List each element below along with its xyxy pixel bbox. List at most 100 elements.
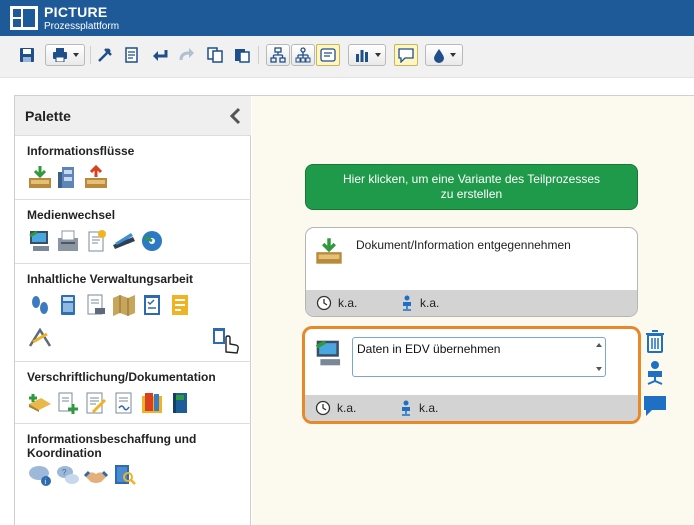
trash-icon[interactable] [642,328,668,354]
chevron-down-icon [72,53,79,57]
form-icon[interactable] [167,292,193,318]
inbox-icon [316,238,342,264]
tools-button[interactable] [96,44,114,66]
create-variant-button[interactable]: Hier klicken, um eine Variante des Teilp… [305,164,638,210]
section-title: Informationsbeschaffung und Koordination [27,432,197,460]
person-value: k.a. [420,296,440,310]
step-time[interactable]: k.a. [316,295,357,311]
fax-icon[interactable] [55,228,81,254]
checklist-icon[interactable] [139,292,165,318]
checklist-button[interactable] [123,44,141,66]
footprints-icon[interactable] [27,292,53,318]
paste-icon [235,49,250,63]
chevron-down-icon [374,53,381,57]
checklist-icon [125,47,138,63]
chart-icon [355,50,368,62]
clock-icon [315,400,331,416]
svg-text:?: ? [62,468,67,477]
edit-document-icon[interactable] [83,390,109,416]
question-speech-icon[interactable]: ? [55,462,81,488]
document-star-icon[interactable] [83,228,109,254]
redo-button[interactable] [178,44,196,66]
process-step-card-selected[interactable]: Daten in EDV übernehmen k.a. k.a. [302,326,641,424]
info-speech-icon[interactable]: i [27,462,53,488]
scroll-down-icon[interactable] [596,367,602,371]
palette-section-dokumentation: Verschriftlichung/Dokumentation [15,362,251,424]
comment-button[interactable] [394,44,418,66]
app-logo [10,6,38,30]
color-drop-button[interactable] [425,44,463,66]
step-label: Dokument/Information entgegennehmen [356,238,571,252]
step-person[interactable]: k.a. [400,295,439,311]
time-value: k.a. [338,296,358,310]
comment-icon [398,47,414,63]
clock-icon [316,295,332,311]
collapse-palette-icon[interactable] [227,106,245,126]
palette-panel: Palette Informationsflüsse Medienwechsel [15,96,251,525]
scanner-icon[interactable] [111,228,137,254]
process-step-card[interactable]: Dokument/Information entgegennehmen k.a.… [305,227,638,317]
process-canvas[interactable]: Hier klicken, um eine Variante des Teilp… [252,96,694,525]
person-chair-icon[interactable] [642,360,668,386]
sign-document-icon[interactable] [111,390,137,416]
compass-icon[interactable] [27,326,53,352]
section-title: Medienwechsel [27,208,116,222]
archive-icon[interactable] [55,164,81,190]
card-view-button[interactable] [316,44,340,66]
section-title: Informationsflüsse [27,144,135,158]
outbox-icon[interactable] [83,164,109,190]
document-stamp-icon[interactable] [83,292,109,318]
calculator-icon[interactable] [55,292,81,318]
search-book-icon[interactable] [111,462,137,488]
app-subtitle: Prozessplattform [44,21,120,32]
hierarchy-icon [270,47,286,63]
palette-section-medienwechsel: Medienwechsel [15,200,251,264]
cd-icon[interactable] [139,228,165,254]
handshake-icon[interactable] [83,462,109,488]
save-button[interactable] [18,44,36,66]
palette-section-verwaltungsarbeit: Inhaltliche Verwaltungsarbeit [15,264,251,362]
step-person[interactable]: k.a. [399,400,438,416]
create-variant-line2: zu erstellen [440,187,503,201]
chevron-down-icon [449,53,456,57]
hand-pointer-icon[interactable] [211,326,241,356]
card-view-icon [320,48,336,62]
save-icon [20,48,34,62]
section-title: Verschriftlichung/Dokumentation [27,370,216,384]
map-icon[interactable] [111,292,137,318]
palette-title: Palette [25,108,71,124]
palette-header: Palette [15,96,251,136]
person-value: k.a. [419,401,439,415]
tree-button[interactable] [291,44,315,66]
print-button[interactable] [45,44,85,66]
copy-button[interactable] [206,44,224,66]
computer-icon[interactable] [27,228,53,254]
palette-section-informationsfluesse: Informationsflüsse [15,136,251,200]
inbox-icon[interactable] [27,164,53,190]
tree-icon [295,47,311,63]
step-footer: k.a. k.a. [305,395,638,421]
binder-icon[interactable] [167,390,193,416]
new-file-icon[interactable] [27,390,53,416]
step-label: Daten in EDV übernehmen [357,342,501,356]
add-document-icon[interactable] [55,390,81,416]
copy-icon [207,47,223,63]
step-label-editor[interactable]: Daten in EDV übernehmen [352,337,606,377]
scroll-up-icon[interactable] [596,343,602,347]
step-time[interactable]: k.a. [315,400,356,416]
undo-button[interactable] [151,44,169,66]
time-value: k.a. [337,401,357,415]
section-title: Inhaltliche Verwaltungsarbeit [27,272,194,286]
redo-icon [179,48,194,61]
paste-button[interactable] [233,44,251,66]
palette-section-koordination: Informationsbeschaffung und Koordination… [15,424,251,525]
app-window: PICTURE Prozessplattform Palette Informa… [0,0,694,525]
hierarchy-button[interactable] [266,44,290,66]
step-footer: k.a. k.a. [306,290,637,316]
chart-button[interactable] [348,44,386,66]
workspace: Palette Informationsflüsse Medienwechsel [14,95,694,525]
folder-icon[interactable] [139,390,165,416]
tools-icon [98,48,112,62]
comment-icon[interactable] [642,393,668,419]
person-chair-icon [403,295,411,311]
